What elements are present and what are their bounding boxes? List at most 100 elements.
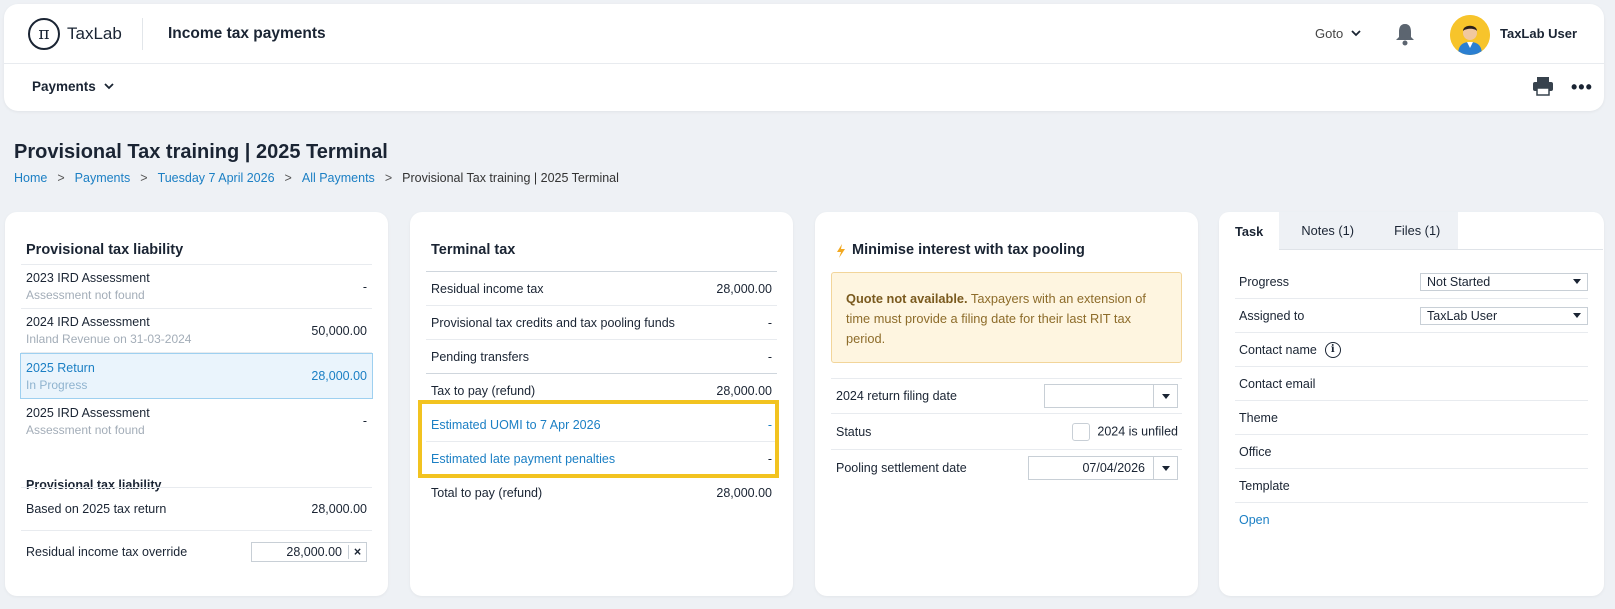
- assigned-select[interactable]: TaxLab User: [1420, 306, 1588, 325]
- row-label: Contact email: [1239, 376, 1316, 391]
- row-label: Residual income tax: [431, 281, 544, 296]
- clear-icon[interactable]: ×: [348, 545, 366, 559]
- row-label: Residual income tax override: [26, 545, 188, 559]
- dropdown-arrow-icon[interactable]: [1153, 385, 1177, 407]
- user-name[interactable]: TaxLab User: [1500, 26, 1577, 41]
- row-sub: Inland Revenue on 31-03-2024: [26, 332, 192, 346]
- row-sub: In Progress: [26, 377, 88, 392]
- row-label: 2024 return filing date: [836, 389, 957, 403]
- row-value: -: [767, 349, 772, 364]
- dropdown-arrow-icon[interactable]: [1153, 457, 1177, 479]
- row-sub: Assessment not found: [26, 422, 145, 437]
- tab-task[interactable]: Task: [1219, 212, 1280, 250]
- tab-bar-filler: [1458, 212, 1604, 250]
- terminal-row: Residual income tax 28,000.00: [426, 272, 777, 306]
- tax-pooling-card: Minimise interest with tax pooling Quote…: [815, 212, 1198, 596]
- row-label: Template: [1239, 478, 1290, 493]
- chevron-down-icon: [1351, 30, 1361, 37]
- page-title: Provisional Tax training | 2025 Terminal: [14, 141, 388, 163]
- office-row: Office: [1235, 435, 1588, 469]
- row-label: Progress: [1239, 274, 1290, 289]
- breadcrumb-separator: >: [140, 171, 148, 185]
- liability-row-2024[interactable]: 2024 IRD Assessment Inland Revenue on 31-…: [21, 309, 372, 353]
- liability-row-2025-return[interactable]: 2025 Return In Progress 28,000.00: [20, 353, 373, 399]
- info-icon[interactable]: i: [1324, 341, 1341, 358]
- payments-menu[interactable]: Payments: [32, 79, 114, 94]
- logo-icon: π: [28, 18, 60, 50]
- breadcrumb-separator: >: [57, 171, 65, 185]
- row-label: 2025 Return: [26, 360, 95, 375]
- liability-row-2025-ird[interactable]: 2025 IRD Assessment Assessment not found …: [21, 399, 372, 443]
- row-label: 2023 IRD Assessment: [26, 271, 150, 285]
- top-bar: π TaxLab Income tax payments Goto TaxLab…: [4, 4, 1604, 64]
- tab-files[interactable]: Files (1): [1376, 212, 1459, 250]
- more-options-icon[interactable]: •••: [1571, 77, 1593, 98]
- avatar[interactable]: [1450, 15, 1490, 55]
- row-label: Based on 2025 tax return: [26, 502, 167, 516]
- divider: [142, 18, 143, 50]
- unfiled-checkbox-wrap[interactable]: 2024 is unfiled: [1072, 422, 1178, 441]
- row-value: 28,000.00: [716, 486, 772, 500]
- row-label: Theme: [1239, 410, 1278, 425]
- unfiled-checkbox[interactable]: [1072, 422, 1091, 441]
- progress-value: Not Started: [1427, 274, 1491, 289]
- assigned-row: Assigned to TaxLab User: [1235, 299, 1588, 333]
- highlight-box: [418, 400, 779, 478]
- progress-row: Progress Not Started: [1235, 265, 1588, 299]
- filing-date-dropdown[interactable]: [1044, 384, 1178, 408]
- progress-select[interactable]: Not Started: [1420, 272, 1588, 291]
- row-value: 28,000.00: [311, 502, 367, 516]
- contact-name-row: Contact name i: [1235, 333, 1588, 367]
- row-value: 28,000.00: [311, 369, 367, 383]
- breadcrumb-separator: >: [284, 171, 292, 185]
- row-value: -: [767, 315, 772, 330]
- breadcrumb-payments[interactable]: Payments: [75, 171, 131, 185]
- open-row: Open: [1235, 503, 1588, 537]
- row-label: 2024 IRD Assessment: [26, 315, 150, 329]
- card-title: Minimise interest with tax pooling: [852, 242, 1085, 258]
- terminal-row: Provisional tax credits and tax pooling …: [426, 306, 777, 340]
- checkbox-label: 2024 is unfiled: [1097, 423, 1178, 438]
- row-label: 2025 IRD Assessment: [26, 405, 150, 420]
- row-label: Contact name: [1239, 342, 1317, 357]
- settlement-date-dropdown[interactable]: 07/04/2026: [1028, 456, 1178, 480]
- row-value: 50,000.00: [311, 323, 367, 338]
- terminal-row: Pending transfers -: [426, 340, 777, 374]
- quote-warning: Quote not available. Taxpayers with an e…: [831, 272, 1182, 363]
- liability-row-2023[interactable]: 2023 IRD Assessment Assessment not found …: [21, 264, 372, 309]
- print-icon[interactable]: [1532, 76, 1554, 96]
- override-field[interactable]: 28,000.00 ×: [251, 542, 367, 562]
- template-row: Template: [1235, 469, 1588, 503]
- user-avatar-icon: [1450, 15, 1490, 55]
- tab-bar: Task Notes (1) Files (1): [1219, 212, 1604, 250]
- dropdown-arrow-icon: [1573, 313, 1581, 318]
- app-title: Income tax payments: [168, 25, 326, 42]
- open-link[interactable]: Open: [1239, 513, 1270, 527]
- tab-notes[interactable]: Notes (1): [1279, 212, 1377, 250]
- filing-date-row: 2024 return filing date: [831, 378, 1182, 414]
- row-value: 28,000.00: [716, 281, 772, 296]
- row-label: Provisional tax credits and tax pooling …: [431, 315, 675, 330]
- row-label: Pooling settlement date: [836, 461, 967, 475]
- row-label: Status: [836, 424, 872, 439]
- override-row: Residual income tax override 28,000.00 ×: [21, 531, 372, 573]
- quote-bold: Quote not available.: [846, 291, 968, 306]
- row-label: Pending transfers: [431, 349, 529, 364]
- taxlab-logo[interactable]: π TaxLab: [28, 18, 122, 50]
- breadcrumb-all-payments[interactable]: All Payments: [302, 171, 375, 185]
- breadcrumb-current: Provisional Tax training | 2025 Terminal: [402, 171, 619, 185]
- row-label: Tax to pay (refund): [431, 384, 536, 398]
- bell-icon[interactable]: [1394, 22, 1416, 46]
- card-title: Provisional tax liability: [26, 242, 184, 258]
- based-on-row: Based on 2025 tax return 28,000.00: [21, 487, 372, 531]
- provisional-liability-card: Provisional tax liability 2023 IRD Asses…: [5, 212, 388, 596]
- assigned-value: TaxLab User: [1427, 308, 1498, 323]
- goto-menu[interactable]: Goto: [1315, 26, 1361, 41]
- breadcrumb-date[interactable]: Tuesday 7 April 2026: [158, 171, 275, 185]
- settlement-row: Pooling settlement date 07/04/2026: [831, 450, 1182, 486]
- breadcrumb-home[interactable]: Home: [14, 171, 47, 185]
- contact-email-row: Contact email: [1235, 367, 1588, 401]
- task-card: Task Notes (1) Files (1) Progress Not St…: [1219, 212, 1604, 596]
- payments-menu-label: Payments: [32, 79, 96, 94]
- override-input[interactable]: 28,000.00: [252, 545, 348, 559]
